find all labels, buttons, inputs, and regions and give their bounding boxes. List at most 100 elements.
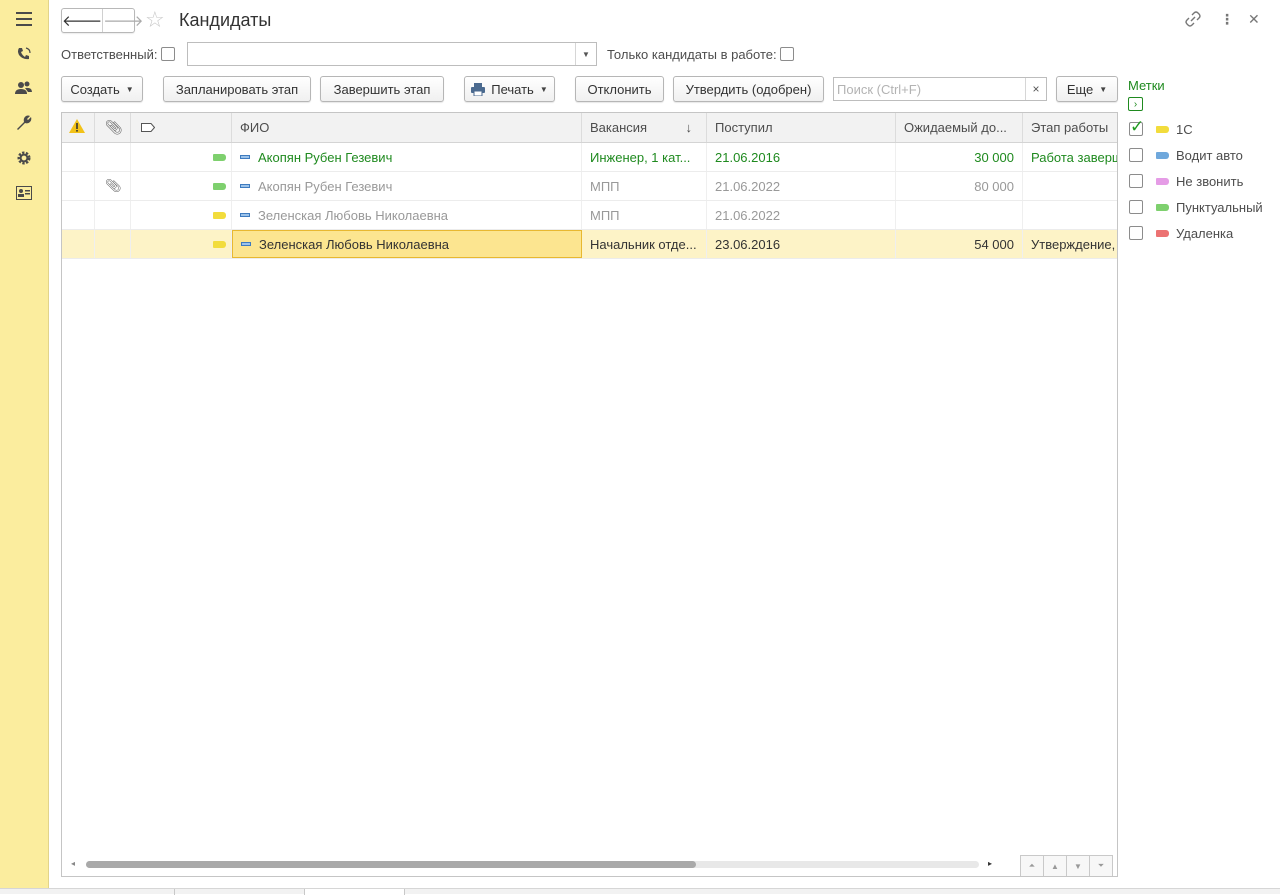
sections-sidebar [0, 0, 49, 888]
tag-filter-item[interactable]: Пунктуальный [1128, 197, 1278, 217]
only-active-label: Только кандидаты в работе: [607, 47, 777, 62]
tag-filter-checkbox[interactable] [1129, 226, 1143, 240]
create-label: Создать [70, 81, 120, 97]
collapse-icon[interactable] [240, 155, 250, 159]
wrench-icon[interactable] [14, 113, 34, 133]
salary-cell: 30 000 [896, 143, 1023, 171]
column-tags[interactable] [131, 113, 232, 142]
forward-arrow-icon[interactable]: 🡒 [102, 9, 143, 32]
favorite-star-icon[interactable]: ☆ [145, 7, 165, 33]
table-row[interactable]: 📎︎ Акопян Рубен Гезевич МПП 21.06.2022 80 00… [62, 172, 1117, 201]
close-icon[interactable]: ✕ [1248, 11, 1260, 28]
fio-cell[interactable]: Зеленская Любовь Николаевна [232, 201, 582, 229]
link-icon[interactable] [1185, 11, 1201, 30]
collapse-icon[interactable] [240, 213, 250, 217]
fio-cell[interactable]: Зеленская Любовь Николаевна [232, 230, 582, 258]
go-down-icon[interactable]: ▼ [1066, 855, 1090, 876]
warning-icon [69, 119, 85, 136]
horizontal-scrollbar[interactable]: ◂ ▸ [71, 858, 996, 872]
more-button[interactable]: Еще ▼ [1056, 76, 1118, 102]
tag-yellow-icon [213, 212, 226, 219]
window-tab[interactable] [49, 889, 175, 895]
column-expected-salary[interactable]: Ожидаемый до... [896, 113, 1023, 142]
fio-cell[interactable]: Акопян Рубен Гезевич [232, 143, 582, 171]
go-first-icon[interactable]: ⏶ [1020, 855, 1044, 876]
more-label: Еще [1066, 81, 1094, 97]
list-navigation: ⏶ ▲ ▼ ⏷ [1020, 855, 1113, 876]
vacancy-cell: Начальник отде... [582, 230, 707, 258]
caret-down-icon: ▼ [539, 84, 548, 94]
window-tab[interactable] [175, 889, 305, 895]
tag-filter-checkbox[interactable] [1129, 117, 1144, 137]
warning-cell [62, 230, 95, 258]
dropdown-icon[interactable]: ▼ [575, 43, 596, 65]
printer-icon [471, 82, 486, 96]
column-vacancy[interactable]: Вакансия ↓ [582, 113, 707, 142]
tag-filter-checkbox[interactable] [1129, 200, 1143, 214]
clear-search-icon[interactable]: × [1025, 78, 1046, 100]
finish-stage-button[interactable]: Завершить этап [320, 76, 444, 102]
vacancy-cell: МПП [582, 172, 707, 200]
column-stage[interactable]: Этап работы [1023, 113, 1117, 142]
responsible-field[interactable]: ▼ [187, 42, 597, 66]
search-box: × [833, 77, 1047, 101]
id-card-icon[interactable] [14, 183, 34, 203]
column-attachments[interactable]: 📎︎ [95, 113, 131, 142]
tag-filter-item[interactable]: Водит авто [1128, 145, 1278, 165]
table-row[interactable]: Акопян Рубен Гезевич Инженер, 1 кат... 21.… [62, 143, 1117, 172]
caret-down-icon: ▼ [125, 84, 134, 94]
tag-green-icon [1156, 203, 1169, 211]
window-tab-active[interactable] [305, 889, 405, 895]
tag-blue-icon [1156, 151, 1169, 159]
gear-icon[interactable] [14, 148, 34, 168]
users-icon[interactable] [14, 78, 34, 98]
fio-text: Зеленская Любовь Николаевна [259, 236, 450, 252]
tag-filter-label: 1С [1176, 121, 1193, 137]
plan-stage-button[interactable]: Запланировать этап [163, 76, 311, 102]
table-row[interactable]: Зеленская Любовь Николаевна МПП 21.06.2022 [62, 201, 1117, 230]
tag-filter-item[interactable]: Удаленка [1128, 223, 1278, 243]
main-menu-icon[interactable] [14, 9, 34, 29]
more-actions-icon[interactable]: ⋮ [1220, 11, 1234, 28]
phone-icon[interactable] [14, 44, 34, 64]
tag-filter-item[interactable]: 1С [1128, 117, 1278, 139]
scroll-left-icon[interactable]: ◂ [71, 859, 75, 868]
finish-stage-label: Завершить этап [333, 81, 431, 97]
plan-stage-label: Запланировать этап [175, 81, 299, 97]
expand-tags-icon[interactable]: › [1128, 97, 1143, 111]
responsible-checkbox[interactable] [161, 47, 175, 61]
print-label: Печать [491, 81, 534, 97]
paperclip-icon: 📎︎ [105, 178, 122, 193]
column-fio[interactable]: ФИО [232, 113, 582, 142]
go-up-icon[interactable]: ▲ [1043, 855, 1067, 876]
reject-label: Отклонить [587, 81, 652, 97]
tag-filter-checkbox[interactable] [1129, 148, 1143, 162]
approve-button[interactable]: Утвердить (одобрен) [673, 76, 824, 102]
attachment-cell [95, 143, 131, 171]
vacancy-cell: МПП [582, 201, 707, 229]
print-button[interactable]: Печать ▼ [464, 76, 555, 102]
tag-filter-checkbox[interactable] [1129, 174, 1143, 188]
create-button[interactable]: Создать ▼ [61, 76, 143, 102]
tag-filter-label: Удаленка [1176, 225, 1234, 241]
collapse-icon[interactable] [241, 242, 251, 246]
reject-button[interactable]: Отклонить [575, 76, 664, 102]
scroll-thumb[interactable] [86, 861, 696, 868]
fio-text: Акопян Рубен Гезевич [258, 149, 393, 165]
tag-filter-item[interactable]: Не звонить [1128, 171, 1278, 191]
vacancy-cell: Инженер, 1 кат... [582, 143, 707, 171]
only-active-checkbox[interactable] [780, 47, 794, 61]
back-arrow-icon[interactable]: 🡐 [62, 9, 102, 32]
search-input[interactable] [834, 78, 1024, 100]
table-row[interactable]: Зеленская Любовь Николаевна Начальник отд… [62, 230, 1117, 259]
go-last-icon[interactable]: ⏷ [1089, 855, 1113, 876]
fio-cell[interactable]: Акопян Рубен Гезевич [232, 172, 582, 200]
received-cell: 23.06.2016 [707, 230, 896, 258]
column-received[interactable]: Поступил [707, 113, 896, 142]
column-warning[interactable] [62, 113, 95, 142]
collapse-icon[interactable] [240, 184, 250, 188]
warning-cell [62, 172, 95, 200]
open-windows-bar [0, 888, 1280, 895]
scroll-right-icon[interactable]: ▸ [988, 859, 992, 868]
candidates-table: 📎︎ ФИО Вакансия ↓ Поступил Ожидаемый до.… [61, 112, 1118, 877]
